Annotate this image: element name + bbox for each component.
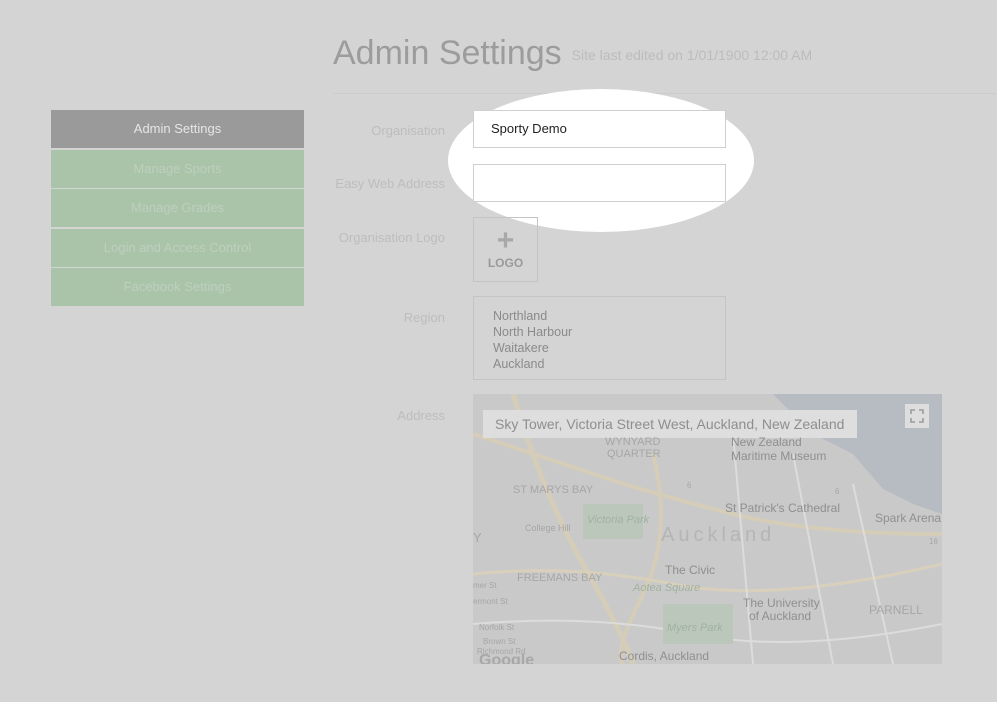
fullscreen-button[interactable] (905, 404, 929, 428)
region-option[interactable]: Waitakere (493, 340, 725, 356)
region-option[interactable]: North Harbour (493, 324, 725, 340)
sidebar-item-login-access[interactable]: Login and Access Control (51, 228, 304, 267)
region-select[interactable]: Northland North Harbour Waitakere Auckla… (473, 296, 726, 380)
map-label: ermont St (473, 597, 508, 606)
map-label: Victoria Park (587, 514, 650, 526)
page-title-text: Admin Settings (333, 34, 562, 72)
route-badge: 6 (687, 481, 692, 490)
map-label: mer St (473, 581, 497, 590)
region-label: Region (403, 310, 445, 325)
address-map[interactable]: Sky Tower, Victoria Street West, Aucklan… (473, 394, 942, 664)
web-address-input[interactable] (473, 164, 726, 202)
map-label: FREEMANS BAY (517, 572, 603, 584)
region-option[interactable]: Northland (493, 308, 725, 324)
last-edited-text: Site last edited on 1/01/1900 12:00 AM (571, 47, 813, 64)
map-label: Y (473, 530, 482, 545)
organisation-label: Organisation (371, 123, 445, 138)
logo-label: Organisation Logo (338, 230, 445, 245)
google-logo: Google (479, 652, 535, 664)
route-badge: 16 (929, 537, 938, 546)
map-search-input[interactable]: Sky Tower, Victoria Street West, Aucklan… (483, 410, 857, 438)
map-label: Myers Park (667, 622, 723, 634)
fullscreen-icon (910, 409, 924, 423)
sidebar-item-facebook-settings[interactable]: Facebook Settings (51, 268, 304, 306)
map-label: New Zealand (731, 435, 802, 449)
map-label: The Civic (665, 563, 716, 577)
organisation-input[interactable]: Sporty Demo (473, 110, 726, 148)
map-label: St Patrick's Cathedral (725, 501, 841, 515)
map-label: Maritime Museum (731, 449, 827, 463)
map-label: Aotea Square (633, 582, 701, 594)
logo-upload-button[interactable]: + LOGO (473, 217, 538, 282)
road (792, 453, 834, 664)
map-label: Spark Arena (875, 511, 942, 525)
title-divider (333, 93, 997, 94)
map-label: College Hill (525, 523, 571, 533)
plus-icon: + (496, 224, 515, 257)
sidebar-item-admin-settings[interactable]: Admin Settings (51, 110, 304, 148)
map-label: Auckland (661, 524, 776, 546)
route-badge: 6 (835, 487, 840, 496)
map-label: PARNELL (869, 603, 923, 617)
map-label: QUARTER (607, 448, 661, 460)
map-label: of Auckland (749, 609, 812, 623)
sidebar-menu: Admin Settings Manage Sports Manage Grad… (51, 110, 304, 308)
road (732, 433, 754, 664)
sidebar-item-manage-grades[interactable]: Manage Grades (51, 189, 304, 227)
map-label: Cordis, Auckland (619, 649, 710, 663)
page-title: Admin Settings Site last edited on 1/01/1… (333, 34, 812, 73)
map-label: Norfolk St (479, 623, 515, 632)
region-option[interactable]: Auckland (493, 356, 725, 372)
address-label: Address (397, 408, 445, 423)
web-address-label: Easy Web Address (335, 176, 445, 191)
map-label: WYNYARD (605, 436, 661, 448)
map-label: ST MARYS BAY (513, 484, 594, 496)
sidebar-item-manage-sports[interactable]: Manage Sports (51, 149, 304, 188)
map-label: The University (743, 596, 820, 610)
logo-text: LOGO (487, 256, 524, 270)
